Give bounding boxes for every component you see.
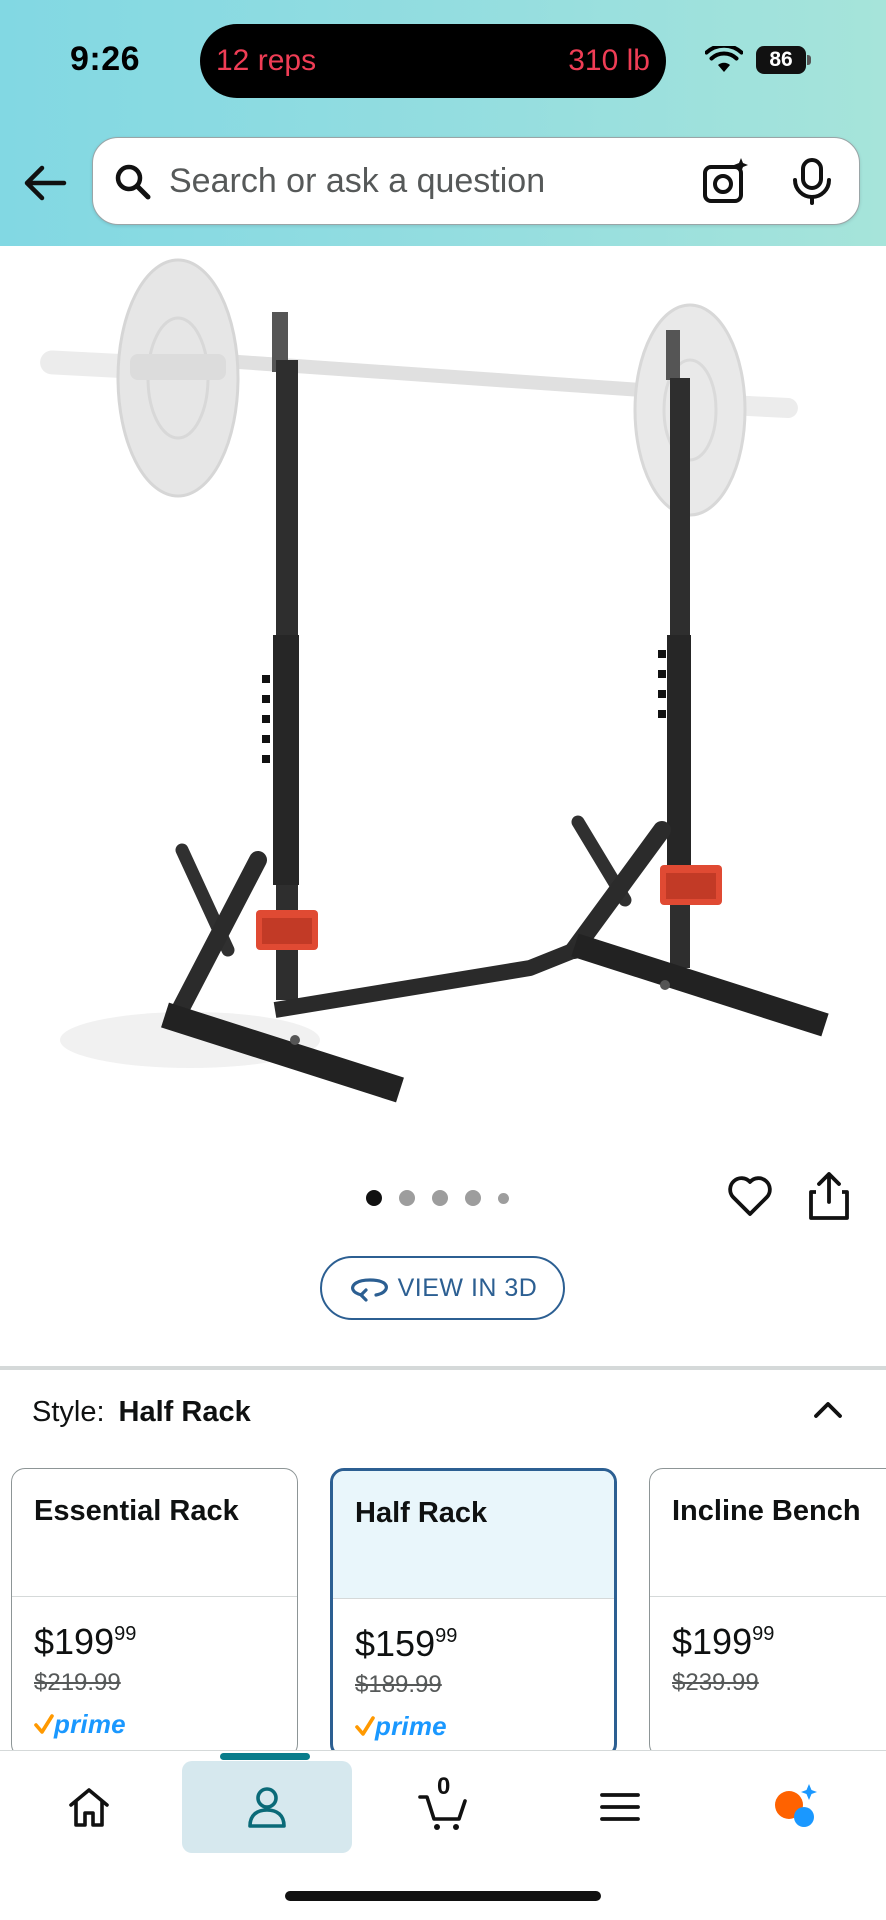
rufus-assistant-icon [775,1784,817,1827]
price-cents: 99 [435,1625,458,1647]
prime-label: prime [375,1710,447,1741]
chevron-up-icon[interactable] [810,1392,846,1428]
price-cents: 99 [114,1623,137,1645]
live-activity-island[interactable]: 12 reps 310 lb [200,24,666,98]
style-option-price: $19999 [672,1621,774,1663]
style-option-name: Essential Rack [12,1469,297,1597]
search-input[interactable] [169,156,639,206]
pagination-dot[interactable] [432,1190,448,1206]
back-arrow-icon[interactable] [20,158,70,208]
person-icon [248,1787,286,1828]
view-in-3d-label: VIEW IN 3D [397,1273,538,1302]
style-option-list-price: $189.99 [355,1671,442,1698]
prime-check-icon [355,1716,375,1736]
style-label: Style: [32,1396,105,1428]
wifi-icon [705,46,743,72]
home-icon [69,1788,109,1827]
camera-lens-icon[interactable] [701,156,751,206]
battery-icon: 86 [756,46,812,74]
microphone-icon[interactable] [789,156,835,206]
style-option-list-price: $239.99 [672,1669,759,1696]
share-icon[interactable] [806,1170,852,1222]
pagination-dot[interactable] [465,1190,481,1206]
style-option-list-price: $219.99 [34,1669,121,1696]
app-header: 9:26 12 reps 310 lb 86 [0,0,886,246]
pagination-dot[interactable] [366,1190,382,1206]
prime-badge: prime [355,1709,447,1743]
style-option-name: Incline Bench [650,1469,886,1597]
prime-label: prime [54,1708,126,1739]
style-option-price: $15999 [355,1623,457,1665]
selected-style-value: Half Rack [118,1396,251,1428]
nav-rufus[interactable] [710,1761,880,1853]
nav-cart[interactable]: 0 [358,1761,528,1853]
pagination-dot[interactable] [399,1190,415,1206]
price-cents: 99 [752,1623,775,1645]
style-option-incline-bench[interactable]: Incline Bench $19999 $239.99 [649,1468,886,1758]
product-image-squat-rack[interactable] [30,250,860,1120]
rotate-3d-icon [350,1278,388,1302]
nav-menu[interactable] [535,1761,705,1853]
price-dollars: $199 [34,1621,115,1662]
live-activity-weight: 310 lb [568,44,650,77]
prime-badge: prime [34,1707,126,1741]
cart-count: 0 [437,1773,451,1800]
status-time: 9:26 [70,40,141,78]
search-icon [115,164,151,200]
nav-home[interactable] [4,1761,174,1853]
search-bar[interactable] [92,137,860,225]
home-indicator[interactable] [285,1891,601,1901]
battery-tip [807,55,811,65]
style-option-essential-rack[interactable]: Essential Rack $19999 $219.99 prime [11,1468,298,1758]
image-pagination[interactable] [366,1188,509,1208]
menu-icon [600,1793,640,1821]
bottom-navigation: 0 [0,1750,886,1920]
price-dollars: $199 [672,1621,753,1662]
style-option-half-rack[interactable]: Half Rack $15999 $189.99 prime [330,1468,617,1758]
nav-account[interactable] [182,1753,352,1853]
heart-icon[interactable] [726,1172,774,1220]
style-option-name: Half Rack [333,1471,614,1599]
prime-check-icon [34,1714,54,1734]
view-in-3d-button[interactable]: VIEW IN 3D [320,1256,565,1320]
style-option-price: $19999 [34,1621,136,1663]
style-selector-header: Style: Half Rack [32,1396,251,1429]
price-dollars: $159 [355,1623,436,1664]
live-activity-reps: 12 reps [216,44,317,77]
battery-level: 86 [756,46,806,74]
pagination-dot[interactable] [498,1192,509,1204]
section-divider [0,1366,886,1370]
